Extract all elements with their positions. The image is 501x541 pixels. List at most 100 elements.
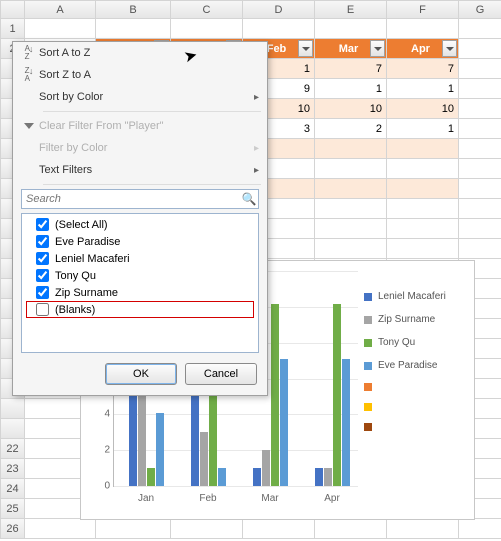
row-25[interactable]: 25: [1, 499, 25, 519]
header-mar[interactable]: Mar: [315, 39, 387, 59]
cell[interactable]: [387, 179, 459, 199]
legend-swatch-icon: [364, 316, 372, 324]
cell[interactable]: [96, 519, 171, 539]
bar-group: [312, 304, 352, 486]
cell[interactable]: [315, 179, 387, 199]
filter-item[interactable]: Eve Paradise: [26, 233, 254, 250]
cell[interactable]: 7: [315, 59, 387, 79]
cell[interactable]: 1: [315, 79, 387, 99]
cell[interactable]: [459, 199, 501, 219]
col-E[interactable]: E: [315, 1, 387, 19]
cell[interactable]: [25, 19, 96, 39]
filter-item-label: (Blanks): [55, 304, 95, 316]
cancel-button[interactable]: Cancel: [185, 363, 257, 385]
cell[interactable]: [459, 99, 501, 119]
header-apr[interactable]: Apr: [387, 39, 459, 59]
cell[interactable]: 10: [387, 99, 459, 119]
cell[interactable]: [387, 519, 459, 539]
filter-button-apr[interactable]: [442, 40, 457, 57]
cell[interactable]: [315, 139, 387, 159]
filter-search-input[interactable]: [22, 192, 240, 206]
cell[interactable]: [387, 239, 459, 259]
cell[interactable]: 7: [387, 59, 459, 79]
autofilter-menu: AZ↓ Sort A to Z ZA↓ Sort Z to A Sort by …: [12, 41, 268, 396]
menu-text-filters[interactable]: Text Filters: [13, 159, 267, 181]
cell[interactable]: [459, 79, 501, 99]
cell[interactable]: [387, 159, 459, 179]
legend-item: Eve Paradise: [364, 360, 468, 371]
cell[interactable]: [459, 119, 501, 139]
cell[interactable]: [96, 19, 171, 39]
filter-item[interactable]: Leniel Macaferi: [26, 250, 254, 267]
x-tick: Feb: [199, 493, 216, 504]
cell[interactable]: [459, 179, 501, 199]
cell[interactable]: [387, 19, 459, 39]
filter-checkbox[interactable]: [36, 218, 49, 231]
filter-item[interactable]: Tony Qu: [26, 267, 254, 284]
cell[interactable]: [315, 239, 387, 259]
ok-button[interactable]: OK: [105, 363, 177, 385]
filter-item[interactable]: (Select All): [26, 216, 254, 233]
row-1[interactable]: 1: [1, 19, 25, 39]
bar: [271, 304, 279, 486]
cell[interactable]: [459, 239, 501, 259]
row-26[interactable]: 26: [1, 519, 25, 539]
filter-button-feb[interactable]: [298, 40, 313, 57]
x-tick: Jan: [138, 493, 154, 504]
cell[interactable]: [459, 159, 501, 179]
filter-checkbox[interactable]: [36, 269, 49, 282]
cell[interactable]: [315, 519, 387, 539]
menu-sort-az[interactable]: AZ↓ Sort A to Z: [13, 42, 267, 64]
col-A[interactable]: A: [25, 1, 96, 19]
cell[interactable]: [387, 219, 459, 239]
row-23[interactable]: 23: [1, 459, 25, 479]
cell[interactable]: [243, 19, 315, 39]
cell[interactable]: [171, 19, 243, 39]
col-F[interactable]: F: [387, 1, 459, 19]
menu-sort-za[interactable]: ZA↓ Sort Z to A: [13, 64, 267, 86]
header-label: Apr: [411, 43, 430, 55]
cell[interactable]: 1: [387, 119, 459, 139]
cell[interactable]: [387, 139, 459, 159]
filter-search[interactable]: 🔍: [21, 189, 259, 209]
col-C[interactable]: C: [171, 1, 243, 19]
cell[interactable]: [459, 519, 501, 539]
cell[interactable]: [171, 519, 243, 539]
col-G[interactable]: G: [459, 1, 501, 19]
cell[interactable]: [387, 199, 459, 219]
cell[interactable]: [315, 19, 387, 39]
menu-sort-by-color[interactable]: Sort by Color: [13, 86, 267, 108]
col-B[interactable]: B: [96, 1, 171, 19]
cell[interactable]: [459, 139, 501, 159]
filter-button-mar[interactable]: [370, 40, 385, 57]
cell[interactable]: [459, 219, 501, 239]
cell[interactable]: 2: [315, 119, 387, 139]
filter-checkbox[interactable]: [36, 286, 49, 299]
cell[interactable]: 1: [387, 79, 459, 99]
menu-label: Sort A to Z: [39, 47, 259, 59]
select-all-corner[interactable]: [1, 1, 25, 19]
legend-label: Eve Paradise: [378, 360, 437, 371]
cell[interactable]: [459, 39, 501, 59]
row-22[interactable]: 22: [1, 439, 25, 459]
row-24[interactable]: 24: [1, 479, 25, 499]
col-D[interactable]: D: [243, 1, 315, 19]
cell[interactable]: [315, 159, 387, 179]
cell[interactable]: [459, 59, 501, 79]
cell[interactable]: [459, 19, 501, 39]
cell[interactable]: 10: [315, 99, 387, 119]
cell[interactable]: [243, 519, 315, 539]
cell[interactable]: [315, 199, 387, 219]
bar: [156, 413, 164, 486]
filter-checkbox[interactable]: [36, 303, 49, 316]
filter-checkbox[interactable]: [36, 235, 49, 248]
filter-checklist[interactable]: (Select All)Eve ParadiseLeniel MacaferiT…: [21, 213, 259, 353]
filter-item[interactable]: Zip Surname: [26, 284, 254, 301]
cell[interactable]: [25, 519, 96, 539]
filter-checkbox[interactable]: [36, 252, 49, 265]
cell[interactable]: [315, 219, 387, 239]
filter-item[interactable]: (Blanks): [26, 301, 254, 318]
row-hdr[interactable]: [1, 419, 25, 439]
row-hdr[interactable]: [1, 399, 25, 419]
legend-item: [364, 383, 468, 391]
